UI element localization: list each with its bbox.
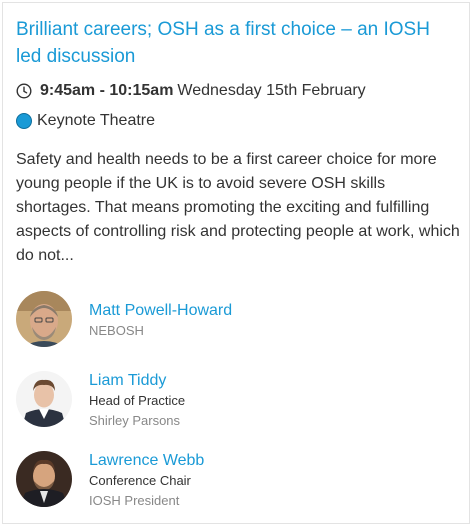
speaker-name[interactable]: Lawrence Webb [89, 451, 204, 471]
speaker-organisation: NEBOSH [89, 323, 144, 338]
location-dot-icon [16, 113, 32, 129]
speaker-item: Liam Tiddy Head of Practice Shirley Pars… [16, 371, 462, 431]
speaker-item: Lawrence Webb Conference Chair IOSH Pres… [16, 451, 462, 511]
speaker-organisation: IOSH President [89, 493, 180, 508]
session-card: Brilliant careers; OSH as a first choice… [2, 2, 470, 524]
session-location-row: Keynote Theatre [16, 110, 155, 132]
speaker-organisation: Shirley Parsons [89, 413, 181, 428]
session-time: 9:45am - 10:15am [40, 82, 174, 99]
session-location: Keynote Theatre [37, 112, 156, 129]
clock-icon [16, 83, 32, 99]
speaker-avatar[interactable] [16, 451, 72, 507]
speaker-info: Liam Tiddy Head of Practice Shirley Pars… [89, 371, 185, 431]
speaker-info: Lawrence Webb Conference Chair IOSH Pres… [89, 451, 204, 511]
session-title[interactable]: Brilliant careers; OSH as a first choice… [16, 16, 456, 70]
speaker-role: Conference Chair [89, 473, 191, 488]
speaker-avatar[interactable] [16, 371, 72, 427]
speaker-name[interactable]: Matt Powell-Howard [89, 301, 232, 321]
session-description: Safety and health needs to be a first ca… [16, 151, 460, 264]
speaker-name[interactable]: Liam Tiddy [89, 371, 185, 391]
speaker-role: Head of Practice [89, 393, 186, 408]
session-date: Wednesday 15th February [177, 82, 366, 99]
speaker-avatar[interactable] [16, 291, 72, 347]
session-time-row: 9:45am - 10:15am Wednesday 15th February [16, 80, 366, 102]
speaker-item: Matt Powell-Howard NEBOSH [16, 291, 462, 351]
speaker-info: Matt Powell-Howard NEBOSH [89, 291, 232, 341]
